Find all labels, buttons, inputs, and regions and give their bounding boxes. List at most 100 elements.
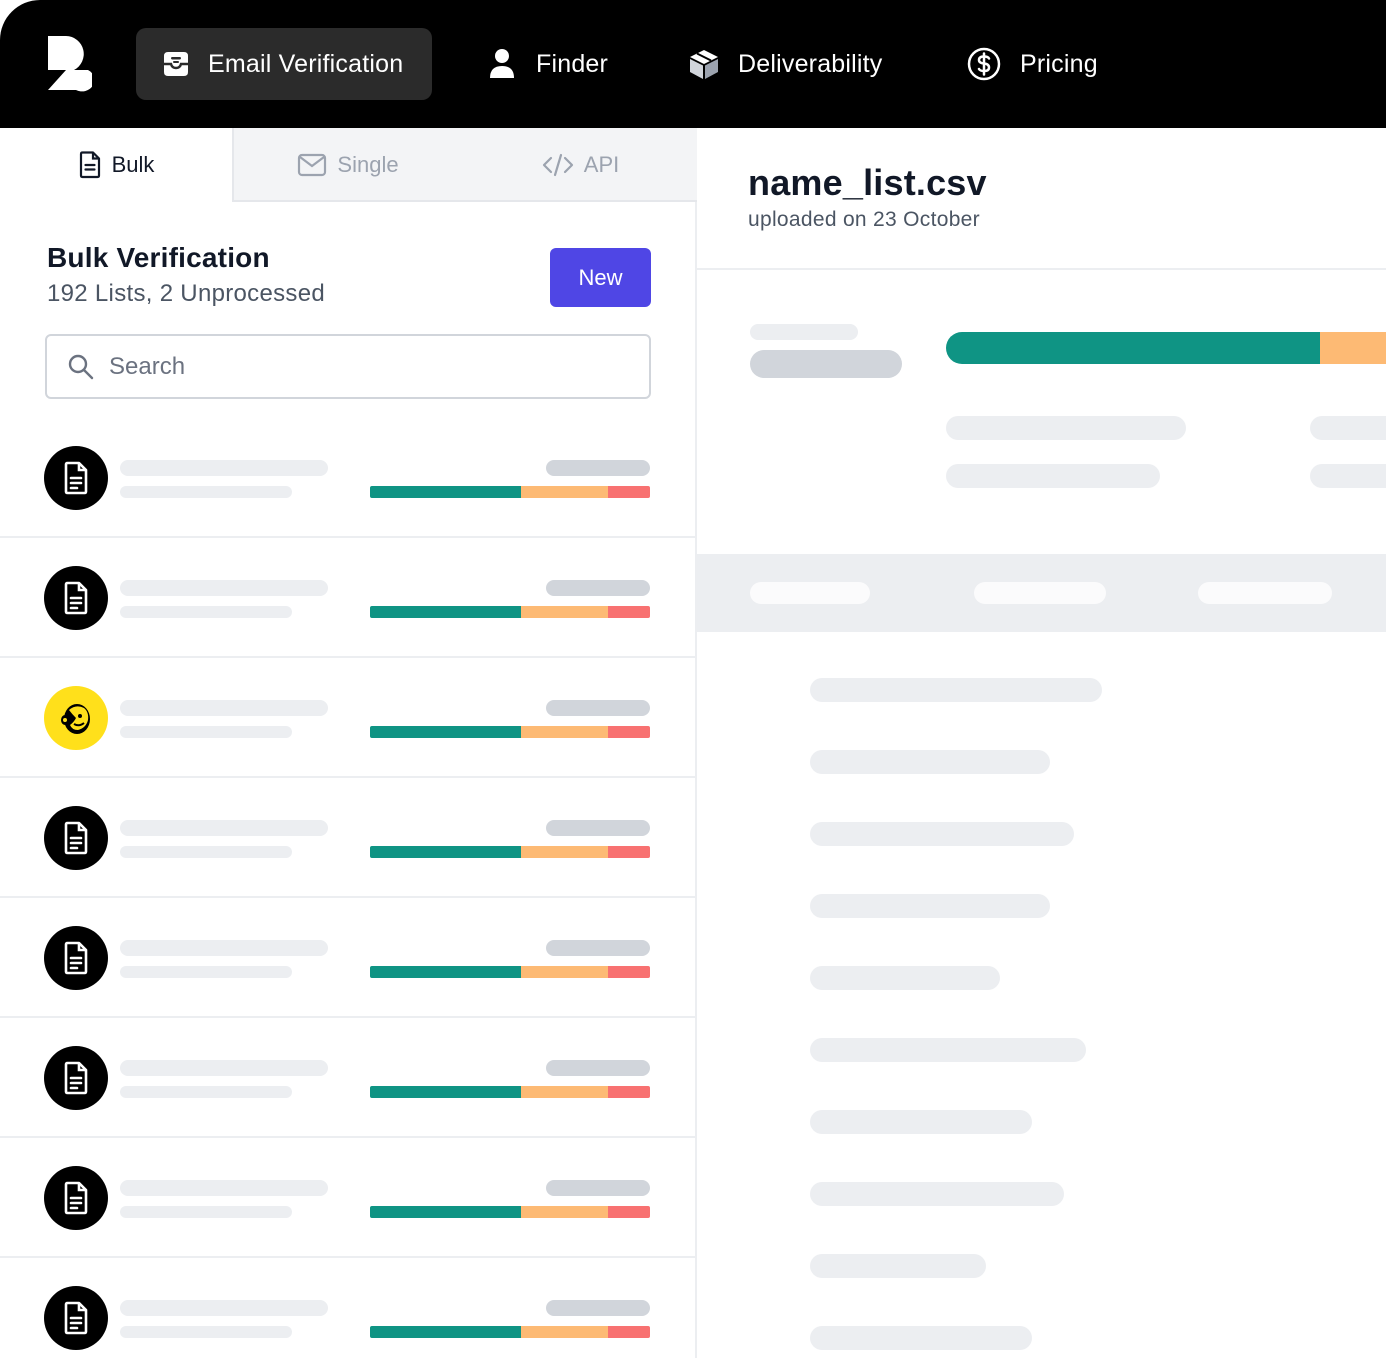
column-header-placeholder[interactable]: [1198, 582, 1332, 604]
risky-segment: [521, 606, 608, 618]
document-icon: [44, 926, 108, 990]
valid-segment: [370, 486, 522, 498]
list-panel: Bulk Single API Bulk Verification 192 Li…: [0, 128, 697, 1358]
table-row[interactable]: [810, 966, 1000, 990]
column-header-placeholder[interactable]: [974, 582, 1106, 604]
placeholder-line: [120, 1326, 292, 1338]
document-icon: [44, 1286, 108, 1350]
list-item[interactable]: [0, 898, 697, 1018]
summary-progress-bar: [946, 332, 1386, 364]
list-item[interactable]: [0, 1258, 697, 1358]
placeholder-line: [120, 1300, 328, 1316]
new-list-button[interactable]: New: [550, 248, 651, 307]
placeholder-line: [1310, 464, 1386, 488]
nav-label: Deliverability: [738, 49, 883, 78]
verification-result-bar: [370, 606, 650, 618]
table-row[interactable]: [810, 1182, 1064, 1206]
verification-result-bar: [370, 846, 650, 858]
document-icon: [44, 446, 108, 510]
invalid-segment: [607, 1326, 650, 1338]
table-row[interactable]: [810, 1038, 1086, 1062]
invalid-segment: [607, 846, 650, 858]
invalid-segment: [607, 606, 650, 618]
valid-segment: [370, 1206, 522, 1218]
placeholder-line: [750, 350, 902, 378]
placeholder-line: [750, 324, 858, 340]
brand-logo[interactable]: [44, 36, 92, 92]
list-item[interactable]: [0, 1018, 697, 1138]
placeholder-line: [946, 464, 1160, 488]
valid-segment: [370, 606, 522, 618]
mail-icon: [297, 153, 327, 177]
table-row[interactable]: [810, 678, 1102, 702]
valid-segment: [946, 332, 1320, 364]
placeholder-line: [120, 580, 328, 596]
list-item[interactable]: [0, 538, 697, 658]
verification-result-bar: [370, 1086, 650, 1098]
valid-segment: [370, 846, 522, 858]
table-row[interactable]: [810, 750, 1050, 774]
nav-finder[interactable]: Finder: [488, 28, 608, 100]
placeholder-line: [120, 940, 328, 956]
verification-result-bar: [370, 486, 650, 498]
list-item[interactable]: [0, 778, 697, 898]
placeholder-line: [120, 460, 328, 476]
placeholder-line: [546, 940, 650, 956]
placeholder-line: [546, 1180, 650, 1196]
search-input[interactable]: [109, 352, 609, 381]
verification-result-bar: [370, 1206, 650, 1218]
placeholder-line: [120, 1206, 292, 1218]
list-item[interactable]: [0, 658, 697, 778]
nav-label: Finder: [536, 49, 609, 78]
table-row[interactable]: [810, 822, 1074, 846]
placeholder-line: [120, 846, 292, 858]
detail-panel: name_list.csv uploaded on 23 October: [697, 128, 1386, 1358]
search-icon: [67, 353, 95, 381]
placeholder-line: [546, 580, 650, 596]
document-icon: [44, 566, 108, 630]
mailchimp-icon: [44, 686, 108, 750]
risky-segment: [521, 1326, 608, 1338]
invalid-segment: [607, 486, 650, 498]
document-icon: [44, 1046, 108, 1110]
document-icon: [44, 806, 108, 870]
nav-label: Pricing: [1020, 49, 1098, 78]
column-header-placeholder[interactable]: [750, 582, 870, 604]
placeholder-line: [546, 700, 650, 716]
nav-label: Email Verification: [208, 49, 404, 78]
tab-label: API: [583, 152, 620, 177]
placeholder-line: [546, 460, 650, 476]
placeholder-line: [1310, 416, 1386, 440]
invalid-segment: [607, 1086, 650, 1098]
valid-segment: [370, 726, 522, 738]
document-icon: [78, 151, 102, 179]
list-item[interactable]: [0, 418, 697, 538]
table-row[interactable]: [810, 1110, 1032, 1134]
placeholder-line: [120, 606, 292, 618]
list-item[interactable]: [0, 1138, 697, 1258]
valid-segment: [370, 966, 522, 978]
tab-single[interactable]: Single: [232, 128, 464, 202]
tab-label: Single: [337, 152, 399, 177]
tab-bulk[interactable]: Bulk: [0, 128, 232, 202]
placeholder-line: [120, 966, 292, 978]
table-row[interactable]: [810, 1254, 986, 1278]
verification-result-bar: [370, 1326, 650, 1338]
table-row[interactable]: [810, 894, 1050, 918]
document-icon: [44, 1166, 108, 1230]
verification-result-bar: [370, 726, 650, 738]
search-box: [45, 334, 651, 399]
file-name: name_list.csv: [748, 162, 987, 203]
tab-label: Bulk: [111, 152, 155, 177]
nav-email-verification[interactable]: Email Verification: [136, 28, 432, 100]
risky-segment: [521, 486, 608, 498]
tab-api[interactable]: API: [464, 128, 697, 202]
valid-segment: [370, 1326, 522, 1338]
nav-deliverability[interactable]: Deliverability: [688, 28, 883, 100]
table-row[interactable]: [810, 1326, 1032, 1350]
invalid-segment: [607, 1206, 650, 1218]
tab-bar: Bulk Single API: [0, 128, 697, 202]
placeholder-line: [120, 726, 292, 738]
section-title: Bulk Verification: [47, 242, 270, 273]
nav-pricing[interactable]: Pricing: [966, 28, 1098, 100]
